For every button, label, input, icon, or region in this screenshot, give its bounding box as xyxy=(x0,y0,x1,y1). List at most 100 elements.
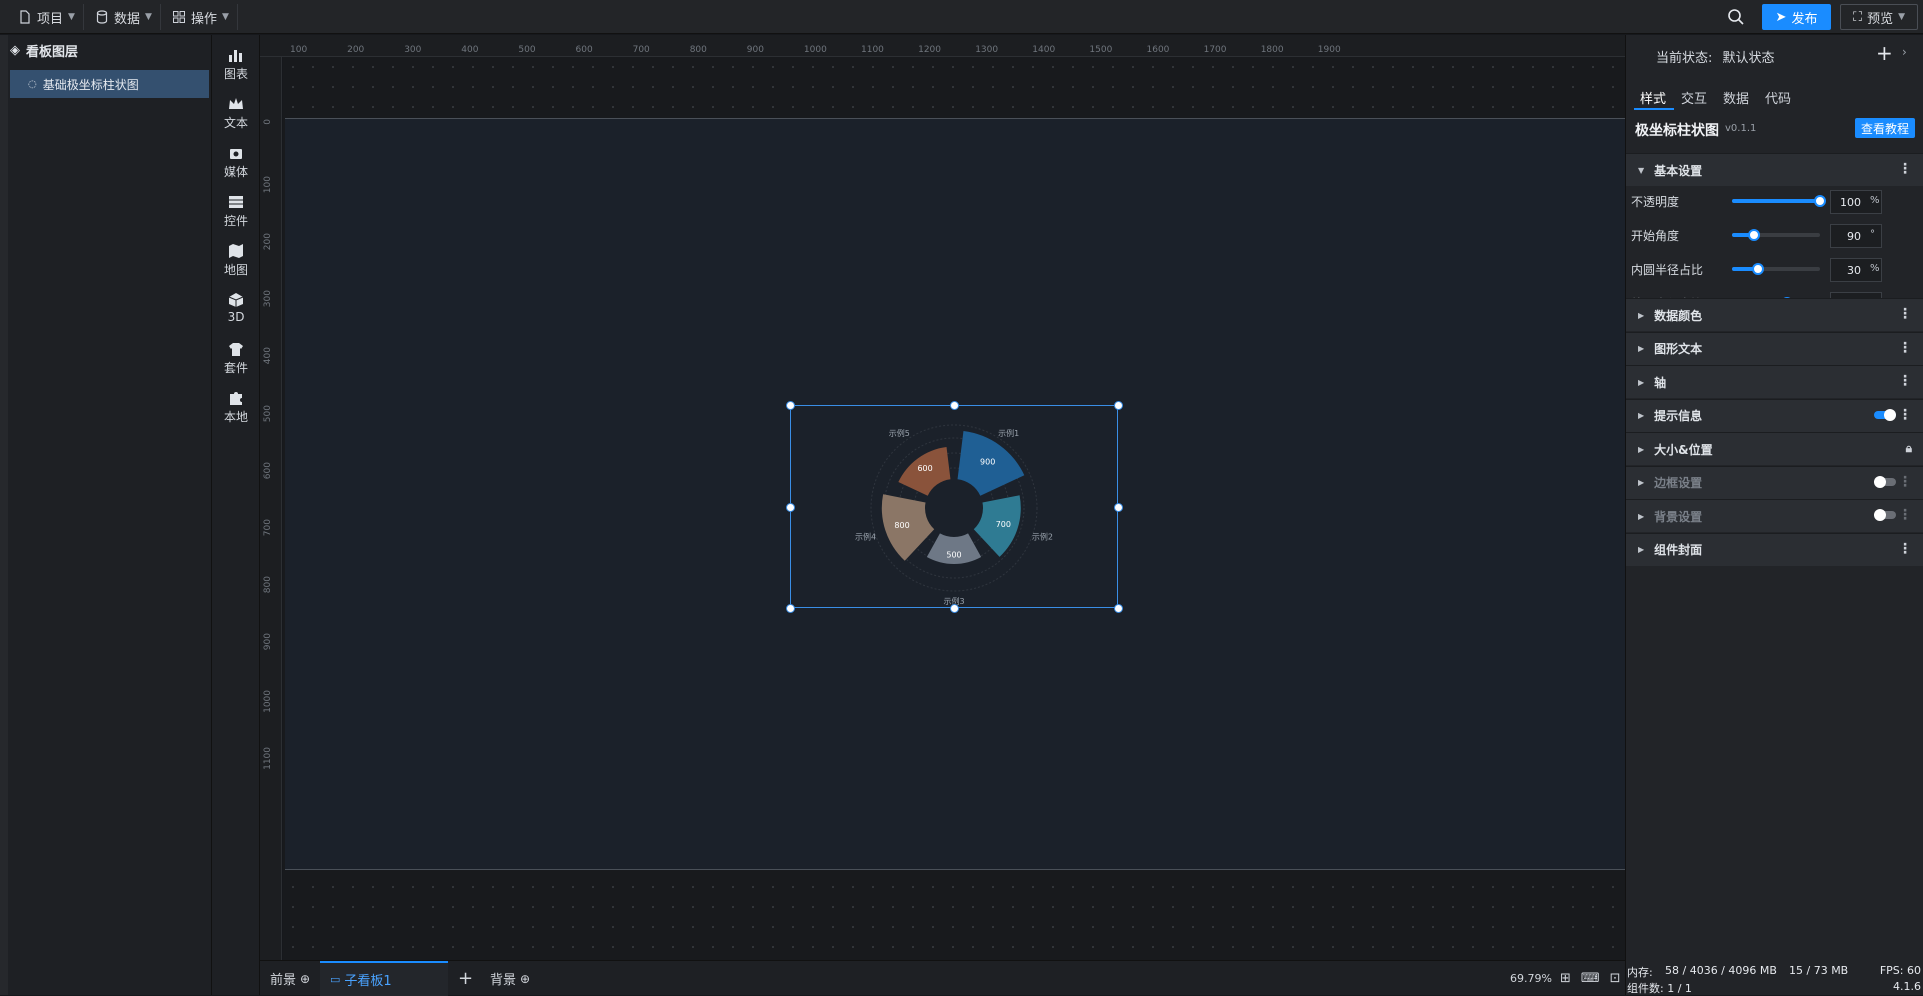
resize-handle[interactable] xyxy=(1114,604,1123,613)
resize-handle[interactable] xyxy=(786,604,795,613)
chevron-down-icon: ▼ xyxy=(1898,12,1906,22)
section-header[interactable]: ▶ 轴 ⋮ xyxy=(1626,365,1923,398)
current-state[interactable]: 当前状态: 默认状态 xyxy=(1656,47,1775,66)
resize-handle[interactable] xyxy=(786,503,795,512)
chevron-right-icon[interactable]: › xyxy=(1902,45,1907,59)
view-tutorial-button[interactable]: 查看教程 xyxy=(1855,118,1915,138)
tab-subboard[interactable]: ▭ 子看板1 xyxy=(320,961,448,996)
state-label: 当前状态: xyxy=(1656,51,1713,66)
tab-subboard-label: 子看板1 xyxy=(344,974,392,989)
more-icon[interactable]: ⋮ xyxy=(1898,162,1912,176)
lock-icon[interactable]: 🔒︎ xyxy=(1906,441,1912,455)
resize-handle[interactable] xyxy=(1114,401,1123,410)
publish-button[interactable]: ➤ 发布 xyxy=(1762,4,1831,30)
setting-slider[interactable] xyxy=(1732,263,1820,275)
slider-handle[interactable] xyxy=(1814,195,1826,207)
ruler-tick-label: 1000 xyxy=(803,45,827,55)
project-menu[interactable]: 项目 ▼ xyxy=(10,4,84,30)
component-map[interactable]: 地图 xyxy=(212,243,260,278)
more-icon[interactable]: ⋮ xyxy=(1898,475,1912,489)
operation-menu[interactable]: 操作 ▼ xyxy=(164,4,238,30)
section-label: 图形文本 xyxy=(1654,342,1703,356)
polar-bar-chart[interactable]: 900示例1700示例2500示例3800示例4600示例5 xyxy=(791,406,1117,607)
ruler-tick-label: 100 xyxy=(263,176,273,194)
data-menu[interactable]: 数据 ▼ xyxy=(87,4,161,30)
more-icon[interactable]: ⋮ xyxy=(1898,341,1912,355)
layer-item[interactable]: ◌ 基础极坐标柱状图 xyxy=(10,70,209,98)
setting-label: 开始角度 xyxy=(1631,229,1680,243)
resize-handle[interactable] xyxy=(950,401,959,410)
table-icon xyxy=(229,196,243,208)
add-circle-icon[interactable]: ⊕ xyxy=(300,972,310,986)
preview-button[interactable]: ⛶ 预览 ▼ xyxy=(1840,4,1918,30)
more-icon[interactable]: ⋮ xyxy=(1898,307,1912,321)
publish-label: 发布 xyxy=(1791,11,1818,27)
more-icon[interactable]: ⋮ xyxy=(1898,542,1912,556)
ruler-tick-label: 1100 xyxy=(861,45,884,55)
resize-handle[interactable] xyxy=(950,604,959,613)
tab-background[interactable]: 背景 ⊕ xyxy=(490,961,530,996)
resize-handle[interactable] xyxy=(786,401,795,410)
section-header[interactable]: ▶ 边框设置 ⋮ xyxy=(1626,465,1923,499)
search-icon[interactable] xyxy=(1727,8,1745,26)
section-header[interactable]: ▶ 数据颜色 ⋮ xyxy=(1626,298,1923,331)
terminal-icon[interactable]: ⊡ xyxy=(1610,971,1621,986)
add-circle-icon[interactable]: ⊕ xyxy=(520,972,530,986)
component-text[interactable]: 文本 xyxy=(212,96,260,131)
keyboard-icon[interactable]: ⌨ xyxy=(1581,971,1600,986)
caret-down-icon: ▼ xyxy=(1638,165,1645,175)
section-header[interactable]: ▶ 大小&位置 🔒︎ xyxy=(1626,432,1923,465)
plus-icon[interactable]: + xyxy=(1876,41,1893,65)
section-header[interactable]: ▶ 图形文本 ⋮ xyxy=(1626,331,1923,365)
component-kit[interactable]: 套件 xyxy=(212,341,260,376)
section-header[interactable]: ▶ 提示信息 ⋮ xyxy=(1626,398,1923,432)
component-kit-label: 套件 xyxy=(223,361,248,375)
component-map-label: 地图 xyxy=(223,263,248,277)
ruler-tick-label: 1900 xyxy=(1317,45,1341,55)
slider-handle[interactable] xyxy=(1752,263,1765,275)
component-local[interactable]: 本地 xyxy=(212,390,260,425)
setting-slider[interactable] xyxy=(1732,195,1826,207)
slider-handle[interactable] xyxy=(1748,229,1760,241)
component-local-label: 本地 xyxy=(223,410,248,424)
tab-interaction[interactable]: 交互 xyxy=(1681,88,1707,107)
section-header[interactable]: ▶ 背景设置 ⋮ xyxy=(1626,499,1923,532)
project-menu-label: 项目 xyxy=(37,11,64,27)
more-icon[interactable]: ⋮ xyxy=(1898,508,1912,522)
more-icon[interactable]: ⋮ xyxy=(1898,374,1912,388)
ruler-tick-label: 300 xyxy=(263,290,273,308)
state-value: 默认状态 xyxy=(1722,51,1775,66)
tooltip-toggle[interactable] xyxy=(1874,408,1896,421)
category-label: 示例2 xyxy=(1032,532,1053,542)
ruler-tick-label: 500 xyxy=(518,45,536,55)
horizontal-ruler: 100 200 300 400 500 600 700 800 900 1000 1100 1200 1… xyxy=(260,35,1625,57)
selected-component-frame[interactable]: 900 示例1 700 示例2 500 示例3 800 示例4 600 示例5 xyxy=(790,405,1118,608)
component-3d[interactable]: 3D xyxy=(212,292,260,324)
section-toggle[interactable] xyxy=(1874,475,1896,488)
tab-code[interactable]: 代码 xyxy=(1765,88,1791,107)
more-icon[interactable]: ⋮ xyxy=(1898,408,1912,422)
fit-screen-icon[interactable]: ⊞ xyxy=(1560,971,1571,986)
section-basic-settings[interactable]: ▼ 基本设置 ⋮ xyxy=(1626,153,1923,186)
tab-style[interactable]: 样式 xyxy=(1640,88,1666,107)
layers-title: 看板图层 xyxy=(26,45,79,60)
add-tab-button[interactable]: + xyxy=(458,961,473,996)
component-chart[interactable]: 图表 xyxy=(212,47,260,82)
component-control[interactable]: 控件 xyxy=(212,194,260,229)
puzzle-icon xyxy=(230,392,242,405)
zoom-level[interactable]: 69.79% xyxy=(1510,961,1552,996)
resize-handle[interactable] xyxy=(1114,503,1123,512)
component-control-label: 控件 xyxy=(223,214,248,228)
layer-item-label: 基础极坐标柱状图 xyxy=(42,77,139,92)
ruler-tick-label: 1400 xyxy=(1032,45,1056,55)
component-media[interactable]: 媒体 xyxy=(212,145,260,180)
caret-right-icon: ▶ xyxy=(1638,511,1645,521)
section-toggle[interactable] xyxy=(1874,509,1896,521)
setting-slider[interactable] xyxy=(1732,229,1820,241)
tab-foreground[interactable]: 前景 ⊕ xyxy=(270,961,310,996)
section-header[interactable]: ▶ 组件封面 ⋮ xyxy=(1626,532,1923,566)
setting-row: 内圆半径占比 30 % xyxy=(1626,255,1923,283)
tab-data[interactable]: 数据 xyxy=(1723,88,1749,107)
crown-icon xyxy=(229,98,243,109)
chart-layer-icon: ◌ xyxy=(28,78,37,90)
